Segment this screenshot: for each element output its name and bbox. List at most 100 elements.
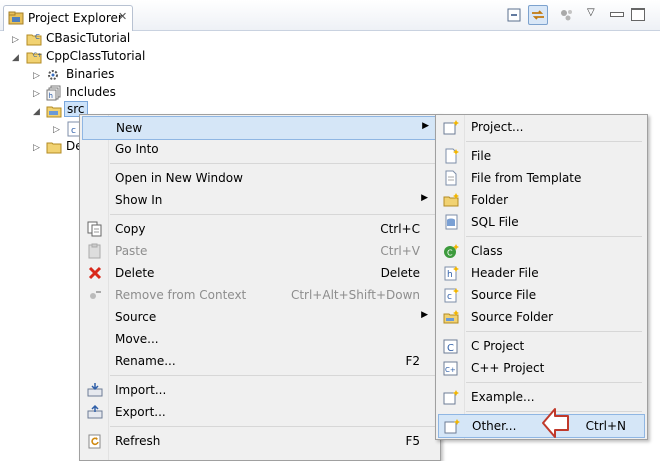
expand-icon[interactable]: ▷ xyxy=(33,143,43,153)
submenu-item-folder[interactable]: Folder xyxy=(438,189,643,211)
menu-item-new[interactable]: New ▶ xyxy=(82,116,438,140)
menu-item-remove-from-context[interactable]: Remove from Context Ctrl+Alt+Shift+Down xyxy=(82,284,436,306)
submenu-item-source-file[interactable]: c Source File xyxy=(438,284,643,306)
svg-text:C: C xyxy=(447,343,454,354)
submenu-item-file[interactable]: File xyxy=(438,145,643,167)
menu-item-label: C++ Project xyxy=(471,361,545,375)
source-folder-icon xyxy=(46,103,62,119)
menu-item-shortcut: Ctrl+V xyxy=(380,244,420,258)
menu-item-import[interactable]: Import... xyxy=(82,379,436,401)
menu-item-label: Folder xyxy=(471,193,509,207)
svg-text:C: C xyxy=(35,33,40,41)
expand-icon[interactable]: ▷ xyxy=(33,71,43,81)
submenu-item-cpp-project[interactable]: C+ C++ Project xyxy=(438,357,643,379)
expand-icon[interactable]: ▷ xyxy=(33,89,43,99)
menu-item-open-in-new-window[interactable]: Open in New Window xyxy=(82,167,436,189)
menu-item-copy[interactable]: Copy Ctrl+C xyxy=(82,218,436,240)
tree-item-label: CBasicTutorial xyxy=(46,31,131,45)
menu-item-label: Example... xyxy=(471,390,535,404)
close-icon[interactable]: ✕ xyxy=(118,10,127,23)
submenu-item-class[interactable]: C Class xyxy=(438,240,643,262)
submenu-item-project[interactable]: Project... xyxy=(438,116,643,138)
submenu-item-header-file[interactable]: h Header File xyxy=(438,262,643,284)
submenu-item-c-project[interactable]: C C Project xyxy=(438,335,643,357)
menu-item-label: Other... xyxy=(472,419,517,433)
submenu-item-file-from-template[interactable]: File from Template xyxy=(438,167,643,189)
submenu-item-sql-file[interactable]: SQL File xyxy=(438,211,643,233)
new-class-icon: C xyxy=(443,243,459,259)
menu-separator xyxy=(466,236,642,237)
menu-item-delete[interactable]: Delete Delete xyxy=(82,262,436,284)
maximize-icon[interactable] xyxy=(631,8,645,21)
menu-separator xyxy=(110,375,436,376)
menu-item-move[interactable]: Move... xyxy=(82,328,436,350)
tree-item-label: Includes xyxy=(66,85,116,99)
menu-separator xyxy=(110,214,436,215)
link-with-editor-icon[interactable] xyxy=(528,5,548,25)
menu-item-label: Rename... xyxy=(115,354,176,368)
tab-project-explorer[interactable]: Project Explorer ✕ xyxy=(3,5,133,31)
menu-item-paste[interactable]: Paste Ctrl+V xyxy=(82,240,436,262)
refresh-icon xyxy=(87,433,103,449)
menu-item-label: Copy xyxy=(115,222,146,236)
menu-item-label: Header File xyxy=(471,266,539,280)
collapse-all-icon[interactable] xyxy=(505,6,523,24)
folder-icon xyxy=(46,139,62,155)
submenu-item-example[interactable]: Example... xyxy=(438,386,643,408)
new-file-icon xyxy=(443,148,459,164)
pointer-arrow-icon xyxy=(541,406,571,443)
expand-icon[interactable]: ▷ xyxy=(12,35,22,45)
file-template-icon xyxy=(443,170,459,186)
svg-text:C+: C+ xyxy=(445,366,456,374)
submenu-item-source-folder[interactable]: Source Folder xyxy=(438,306,643,328)
menu-item-label: Class xyxy=(471,244,503,258)
menu-item-label: Open in New Window xyxy=(115,171,243,185)
expand-icon[interactable]: ▷ xyxy=(53,125,63,135)
project-explorer-icon xyxy=(8,10,24,26)
export-icon xyxy=(87,404,103,420)
svg-text:c: c xyxy=(71,126,76,136)
menu-item-shortcut: Delete xyxy=(380,266,420,280)
collapse-icon[interactable]: ◢ xyxy=(12,53,22,63)
menu-item-label: Source Folder xyxy=(471,310,554,324)
view-toolbar: Project Explorer ✕ ▽ xyxy=(0,0,660,31)
example-icon xyxy=(443,389,459,405)
new-folder-icon xyxy=(443,192,459,208)
menu-item-label: SQL File xyxy=(471,215,519,229)
submenu-arrow-icon: ▶ xyxy=(421,310,428,320)
menu-item-rename[interactable]: Rename... F2 xyxy=(82,350,436,372)
paste-icon xyxy=(87,243,103,259)
svg-text:c: c xyxy=(447,292,452,302)
menu-item-label: File xyxy=(471,149,492,163)
cpp-project-icon: C+ xyxy=(443,360,459,376)
tree-item-includes[interactable]: ▷ h Includes xyxy=(0,84,420,102)
menu-item-shortcut: Ctrl+C xyxy=(380,222,420,236)
view-menu-icon[interactable]: ▽ xyxy=(587,7,605,25)
submenu-arrow-icon: ▶ xyxy=(422,121,429,131)
copy-icon xyxy=(87,221,103,237)
tree-item-c-file[interactable]: ▷ c xyxy=(0,120,81,138)
collapse-icon[interactable]: ◢ xyxy=(33,107,43,117)
menu-item-label: Project... xyxy=(471,120,524,134)
tree-item-binaries[interactable]: ▷ Binaries xyxy=(0,66,420,84)
menu-separator xyxy=(466,331,642,332)
tree-item-debug[interactable]: ▷ De xyxy=(0,138,83,156)
menu-item-label: Refresh xyxy=(115,434,161,448)
tree-item-cbasictutorial[interactable]: ▷ C CBasicTutorial xyxy=(0,30,420,48)
menu-item-show-in[interactable]: Show In ▶ xyxy=(82,189,436,211)
menu-item-label: Source xyxy=(115,310,157,324)
minimize-icon[interactable] xyxy=(610,12,624,17)
menu-item-export[interactable]: Export... xyxy=(82,401,436,423)
tree-item-cppclasstutorial[interactable]: ◢ C+ CppClassTutorial xyxy=(0,48,420,66)
menu-item-go-into[interactable]: Go Into xyxy=(82,138,436,160)
focus-task-icon[interactable] xyxy=(558,6,576,24)
delete-icon xyxy=(87,265,103,281)
menu-item-source[interactable]: Source ▶ xyxy=(82,306,436,328)
submenu-arrow-icon: ▶ xyxy=(421,193,428,203)
tab-label: Project Explorer xyxy=(28,11,123,25)
menu-item-label: File from Template xyxy=(471,171,582,185)
menu-item-refresh[interactable]: Refresh F5 xyxy=(82,430,436,452)
menu-item-label: Import... xyxy=(115,383,167,397)
svg-text:C+: C+ xyxy=(33,52,42,59)
remove-context-icon xyxy=(87,287,103,303)
